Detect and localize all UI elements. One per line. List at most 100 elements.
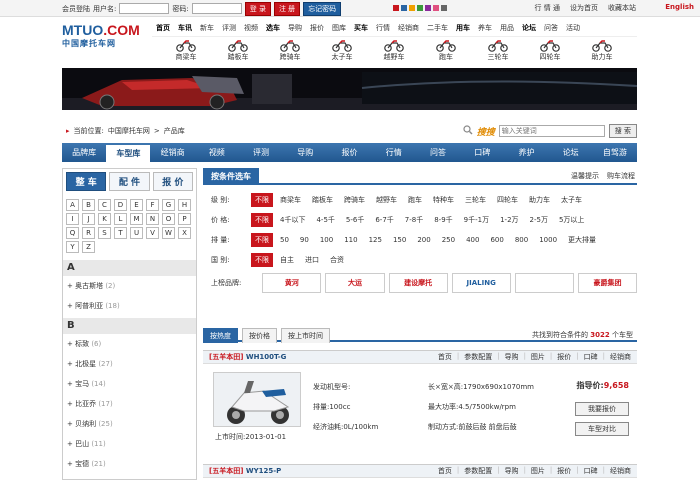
- category-item[interactable]: 太子车: [316, 38, 368, 62]
- nav-link[interactable]: 经销商: [394, 23, 423, 33]
- filter-option[interactable]: 100: [316, 236, 337, 244]
- register-button[interactable]: 注 册: [273, 1, 301, 16]
- model-link[interactable]: 经销商: [610, 352, 631, 362]
- filter-option[interactable]: 4-5千: [312, 215, 338, 225]
- model-link[interactable]: 图片: [531, 352, 545, 362]
- search-input[interactable]: [498, 125, 605, 137]
- section-tab[interactable]: 行情: [372, 143, 416, 162]
- section-tab[interactable]: 评测: [239, 143, 283, 162]
- sort-tab[interactable]: 按热度: [203, 328, 238, 343]
- letter-button[interactable]: V: [146, 227, 159, 239]
- model-link[interactable]: 首页: [438, 352, 452, 362]
- filter-option[interactable]: 进口: [301, 255, 323, 265]
- nav-link[interactable]: 图库: [328, 23, 350, 33]
- nav-link[interactable]: 问答: [540, 23, 562, 33]
- filter-option[interactable]: 8-9千: [430, 215, 456, 225]
- brand-logo[interactable]: 建设摩托: [388, 273, 448, 293]
- section-tab[interactable]: 车型库: [106, 145, 151, 162]
- letter-button[interactable]: I: [66, 213, 79, 225]
- model-photo[interactable]: [213, 372, 301, 427]
- filter-option[interactable]: 1000: [535, 236, 561, 244]
- set-home-link[interactable]: 设为首页: [570, 3, 598, 13]
- search-button[interactable]: 搜 索: [608, 124, 637, 138]
- filter-option[interactable]: 5-6千: [342, 215, 368, 225]
- nav-link[interactable]: 活动: [562, 23, 584, 33]
- brand-list-item[interactable]: + 阿普利亚 (18): [63, 296, 196, 316]
- filter-option[interactable]: 三轮车: [461, 195, 490, 205]
- sidebar-tab[interactable]: 整 车: [66, 172, 107, 191]
- site-logo[interactable]: MTUO.COM 中国摩托车网: [62, 22, 147, 52]
- letter-button[interactable]: Z: [82, 241, 95, 253]
- breadcrumb-home[interactable]: 中国摩托车网: [108, 126, 150, 136]
- section-tab[interactable]: 导购: [283, 143, 327, 162]
- nav-link[interactable]: 买车: [350, 23, 372, 33]
- filter-option[interactable]: 不限: [251, 253, 273, 267]
- brand-list-item[interactable]: + 贝纳利 (25): [63, 414, 196, 434]
- nav-link[interactable]: 导购: [284, 23, 306, 33]
- letter-button[interactable]: P: [178, 213, 191, 225]
- model-link[interactable]: 参数配置: [464, 466, 492, 476]
- filter-option[interactable]: 不限: [251, 213, 273, 227]
- category-item[interactable]: 商梁车: [160, 38, 212, 62]
- letter-button[interactable]: R: [82, 227, 95, 239]
- filter-option[interactable]: 商梁车: [276, 195, 305, 205]
- nav-link[interactable]: 选车: [262, 23, 284, 33]
- filter-option[interactable]: 2-5万: [526, 215, 552, 225]
- section-tab[interactable]: 口碑: [460, 143, 504, 162]
- filter-option[interactable]: 200: [413, 236, 434, 244]
- password-input[interactable]: [191, 3, 242, 14]
- filter-option[interactable]: 越野车: [372, 195, 401, 205]
- filter-option[interactable]: 助力车: [525, 195, 554, 205]
- forgot-password-button[interactable]: 忘记密码: [303, 1, 342, 16]
- brand-logo[interactable]: [514, 273, 574, 293]
- letter-button[interactable]: Y: [66, 241, 79, 253]
- filter-option[interactable]: 踏板车: [308, 195, 337, 205]
- letter-button[interactable]: Q: [66, 227, 79, 239]
- brand-logo[interactable]: JIALING: [451, 273, 511, 293]
- letter-button[interactable]: X: [178, 227, 191, 239]
- filter-option[interactable]: 5万以上: [555, 215, 588, 225]
- filter-option[interactable]: 125: [365, 236, 386, 244]
- trade-link[interactable]: 行 情 通: [535, 3, 560, 13]
- filter-option[interactable]: 不限: [251, 233, 273, 247]
- model-link[interactable]: 首页: [438, 466, 452, 476]
- login-button[interactable]: 登 录: [244, 1, 271, 16]
- brand-list-item[interactable]: + 宝马 (14): [63, 374, 196, 394]
- nav-link[interactable]: 二手车: [423, 23, 452, 33]
- filter-option[interactable]: 250: [438, 236, 459, 244]
- letter-button[interactable]: C: [98, 199, 111, 211]
- brand-logo[interactable]: 黄河: [262, 273, 322, 293]
- letter-button[interactable]: J: [82, 213, 95, 225]
- brand-logo[interactable]: 大运: [325, 273, 385, 293]
- model-link[interactable]: 导购: [505, 466, 519, 476]
- letter-button[interactable]: B: [82, 199, 95, 211]
- model-link[interactable]: 导购: [505, 352, 519, 362]
- brand-logo[interactable]: 豪爵集团: [577, 273, 638, 293]
- nav-link[interactable]: 论坛: [518, 23, 540, 33]
- nav-link[interactable]: 行情: [372, 23, 394, 33]
- letter-button[interactable]: G: [162, 199, 175, 211]
- filter-option[interactable]: 1-2万: [496, 215, 522, 225]
- quote-button[interactable]: 我要报价: [575, 402, 629, 416]
- model-link[interactable]: 口碑: [584, 466, 598, 476]
- filter-option[interactable]: 600: [486, 236, 507, 244]
- model-link[interactable]: 经销商: [610, 466, 631, 476]
- sidebar-tab[interactable]: 配 件: [109, 172, 150, 191]
- brand-list-item[interactable]: + 标致 (6): [63, 334, 196, 354]
- sort-tab[interactable]: 按上市时间: [281, 328, 330, 343]
- model-link[interactable]: 报价: [557, 466, 571, 476]
- filter-option[interactable]: 6-7千: [371, 215, 397, 225]
- nav-link[interactable]: 首页: [152, 23, 174, 33]
- filter-option[interactable]: 四轮车: [493, 195, 522, 205]
- filter-option[interactable]: 110: [340, 236, 361, 244]
- section-tab[interactable]: 视频: [195, 143, 239, 162]
- letter-button[interactable]: K: [98, 213, 111, 225]
- brand-list-item[interactable]: + 奥古斯塔 (2): [63, 276, 196, 296]
- category-item[interactable]: 三轮车: [472, 38, 524, 62]
- letter-button[interactable]: O: [162, 213, 175, 225]
- letter-button[interactable]: A: [66, 199, 79, 211]
- filter-option[interactable]: 太子车: [557, 195, 586, 205]
- compare-button[interactable]: 车型对比: [575, 422, 629, 436]
- filter-option[interactable]: 150: [389, 236, 410, 244]
- model-link[interactable]: 图片: [531, 466, 545, 476]
